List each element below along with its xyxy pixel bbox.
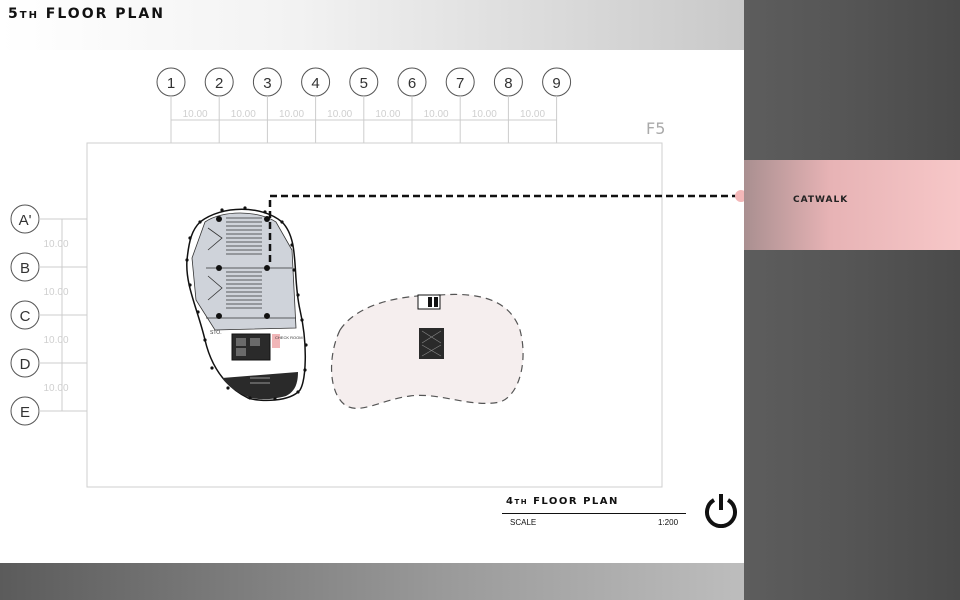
check-room-label: CHECK ROOM [275, 335, 303, 340]
column-label: 7 [456, 75, 464, 92]
auditorium-area [191, 212, 297, 331]
bottom-bar [0, 563, 744, 600]
column-dimension: 10.00 [520, 109, 545, 120]
column-dimension: 10.00 [279, 109, 304, 120]
row-label: A' [19, 212, 32, 229]
page-title: 5th FLOOR PLAN [8, 6, 165, 22]
legend-scale-value: 1:200 [658, 518, 679, 527]
column-label: 5 [360, 75, 368, 92]
catwalk-path [268, 194, 741, 262]
row-label: B [20, 260, 30, 277]
row-dimension: 10.00 [43, 335, 68, 346]
row-dimension: 10.00 [43, 287, 68, 298]
row-dimension: 10.00 [43, 383, 68, 394]
column-label: 9 [552, 75, 560, 92]
service-core [231, 333, 271, 361]
legend-scale-label: SCALE [510, 518, 537, 527]
catwalk-label: CATWALK [793, 195, 849, 205]
legend-divider [502, 513, 686, 514]
column-label: 1 [167, 75, 175, 92]
power-icon[interactable] [703, 492, 739, 528]
row-grid-bubbles: A' 10.00 B 10.00 C 10.00 D 10.00 E [10, 204, 87, 426]
column-grid-bubbles: 1 10.00 2 10.00 3 10.00 4 10.00 5 10.00 6 10.00 7 10.… [156, 67, 572, 143]
column-dimension: 10.00 [375, 109, 400, 120]
column-label: 8 [504, 75, 512, 92]
plan-legend: 4th FLOOR PLAN SCALE 1:200 [462, 494, 688, 534]
column-label: 6 [408, 75, 416, 92]
column-dimension: 10.00 [424, 109, 449, 120]
title-bar: 5th FLOOR PLAN [0, 0, 744, 50]
row-label: C [20, 308, 31, 325]
row-label: D [20, 356, 31, 373]
catwalk-endpoint [735, 190, 744, 202]
column-dimension: 10.00 [327, 109, 352, 120]
row-dimension: 10.00 [43, 239, 68, 250]
right-panel [744, 0, 960, 600]
store-label: STO. [210, 330, 222, 336]
row-label: E [20, 404, 30, 421]
column-dimension: 10.00 [231, 109, 256, 120]
floor-mark: F5 [646, 119, 665, 138]
column-label: 3 [263, 75, 271, 92]
legend-title: 4th FLOOR PLAN [506, 496, 619, 507]
column-dimension: 10.00 [183, 109, 208, 120]
catwalk-band [744, 160, 960, 250]
island-core [419, 328, 444, 359]
column-label: 2 [215, 75, 223, 92]
column-label: 4 [311, 75, 319, 92]
column-dimension: 10.00 [472, 109, 497, 120]
floor-plan-drawing: 1 10.00 2 10.00 3 10.00 4 10.00 5 10.00 6 10.00 7 10.… [10, 67, 744, 488]
